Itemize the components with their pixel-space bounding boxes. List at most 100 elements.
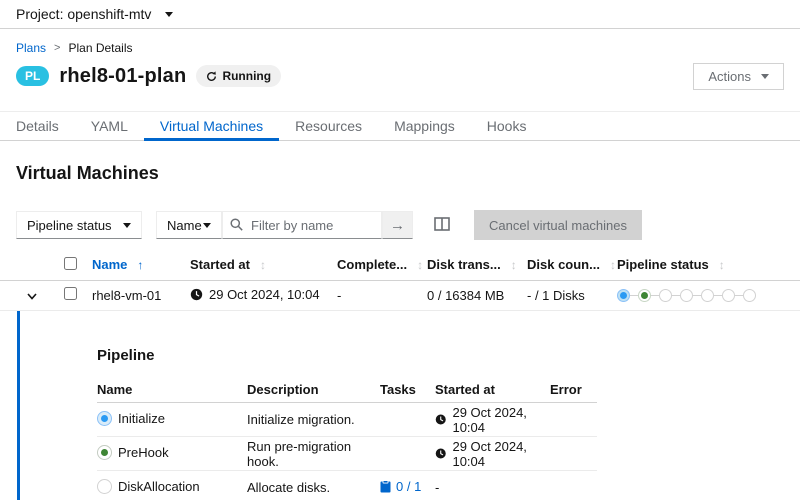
vm-pipeline-status-cell <box>617 280 800 310</box>
pipeline-row-prehook: PreHook Run pre-migration hook. 29 Oct 2… <box>97 437 597 471</box>
breadcrumb-separator: > <box>54 41 61 54</box>
expand-cell <box>0 280 64 310</box>
pipeline-step-pending <box>701 288 714 302</box>
pipeline-step-success <box>638 288 651 302</box>
plan-kind-badge: PL <box>16 66 50 86</box>
manage-columns-button[interactable] <box>432 215 452 236</box>
filter-attribute-label: Name <box>167 217 202 233</box>
step-description-cell: Initialize migration. <box>247 412 355 427</box>
pipeline-row-diskallocation: DiskAllocation Allocate disks. 0 / 1 - <box>97 471 597 500</box>
clock-icon <box>190 288 203 300</box>
step-description-cell: Run pre-migration hook. <box>247 438 352 469</box>
col-pipeline-status-label: Pipeline status <box>617 257 709 273</box>
filter-attribute-select[interactable]: Name <box>156 211 222 239</box>
select-all-checkbox[interactable] <box>64 256 77 270</box>
actions-button-label: Actions <box>708 68 751 84</box>
status-badge: Running <box>196 65 282 87</box>
tab-bar: Details YAML Virtual Machines Resources … <box>0 111 800 141</box>
masthead: Project: openshift-mtv <box>0 0 800 29</box>
chevron-down-icon <box>165 11 174 17</box>
vm-table-header-row: Name ↑ Started at ↕ Complete... ↕ Disk tran… <box>0 250 800 280</box>
row-select-checkbox[interactable] <box>64 287 77 300</box>
vm-started-value: 29 Oct 2024, 10:04 <box>209 286 320 302</box>
chevron-down-icon <box>27 292 37 300</box>
step-started-cell: - <box>435 480 440 495</box>
breadcrumb: Plans > Plan Details <box>16 40 784 55</box>
vm-disk-transfer-cell: 0 / 16384 MB <box>427 287 505 303</box>
pipeline-header-row: Name Description Tasks Started at Error <box>97 377 597 403</box>
pipe-col-tasks: Tasks <box>380 381 416 397</box>
sync-icon <box>207 70 217 81</box>
step-name: Initialize <box>118 410 165 426</box>
vm-name-cell: rhel8-vm-01 <box>92 287 162 303</box>
sort-ascending-icon: ↑ <box>137 258 144 273</box>
col-disk-transfer[interactable]: Disk trans... ↕ <box>427 250 527 280</box>
vm-table-row: rhel8-vm-01 29 Oct 2024, 10:04 - 0 / 163… <box>0 280 800 310</box>
clock-icon <box>435 414 446 425</box>
page-header: Plans > Plan Details PL rhel8-01-plan Ru… <box>0 29 800 111</box>
vm-disk-counter-cell: - / 1 Disks <box>527 287 585 303</box>
tasks-icon <box>380 480 391 493</box>
step-name: DiskAllocation <box>118 478 200 494</box>
pipe-col-error: Error <box>550 381 582 397</box>
step-started-value: 29 Oct 2024, 10:04 <box>452 438 527 469</box>
col-completed-at[interactable]: Complete... ↕ <box>337 250 427 280</box>
breadcrumb-current: Plan Details <box>68 40 133 55</box>
step-running-icon <box>97 410 112 426</box>
tab-mappings[interactable]: Mappings <box>378 112 471 140</box>
pipe-col-started: Started at <box>435 381 495 397</box>
col-completed-label: Complete... <box>337 257 408 273</box>
breadcrumb-plans-link[interactable]: Plans <box>16 41 46 55</box>
tab-hooks[interactable]: Hooks <box>471 112 543 140</box>
step-description-cell: Allocate disks. <box>247 480 331 495</box>
step-name-cell: DiskAllocation <box>97 471 247 500</box>
pipeline-status-filter-select[interactable]: Pipeline status <box>16 211 142 239</box>
chevron-down-icon <box>761 73 769 79</box>
project-selector-label: Project: openshift-mtv <box>16 6 152 22</box>
sort-icon: ↕ <box>259 258 266 273</box>
actions-button[interactable]: Actions <box>693 62 784 90</box>
tab-details[interactable]: Details <box>0 112 75 140</box>
section-title: Virtual Machines <box>16 163 159 183</box>
clock-icon <box>435 448 446 459</box>
cancel-virtual-machines-button[interactable]: Cancel virtual machines <box>474 210 643 240</box>
col-name-label: Name <box>92 257 128 273</box>
tab-resources[interactable]: Resources <box>279 112 378 140</box>
col-name[interactable]: Name ↑ <box>92 250 190 280</box>
vm-completed-cell: - <box>337 287 342 303</box>
col-started-label: Started at <box>190 257 250 273</box>
col-disk-counter-label: Disk coun... <box>527 257 600 273</box>
step-started-cell: 29 Oct 2024, 10:04 <box>435 437 550 471</box>
step-pending-icon <box>97 478 112 494</box>
chevron-down-icon <box>123 222 131 228</box>
step-tasks-cell <box>380 437 435 471</box>
pipeline-steps <box>617 288 800 302</box>
vm-started-cell: 29 Oct 2024, 10:04 <box>190 280 337 310</box>
col-pipeline-status[interactable]: Pipeline status ↕ <box>617 250 800 280</box>
pipeline-table: Name Description Tasks Started at Error … <box>97 377 597 500</box>
step-started-value: 29 Oct 2024, 10:04 <box>452 404 527 435</box>
step-tasks-cell: 0 / 1 <box>380 471 435 500</box>
step-name-cell: PreHook <box>97 437 247 471</box>
tab-virtual-machines[interactable]: Virtual Machines <box>143 112 280 141</box>
sort-icon: ↕ <box>510 258 517 273</box>
tab-yaml[interactable]: YAML <box>75 112 144 140</box>
pipeline-step-running <box>617 288 630 302</box>
col-disk-counter[interactable]: Disk coun... ↕ <box>527 250 617 280</box>
title-row: PL rhel8-01-plan Running Actions <box>16 61 784 91</box>
step-name-cell: Initialize <box>97 403 247 437</box>
expand-header <box>0 250 64 280</box>
tasks-count-value: 0 / 1 <box>396 479 422 494</box>
sort-icon: ↕ <box>718 258 725 273</box>
sort-icon: ↕ <box>609 258 616 273</box>
step-error-cell <box>550 437 597 471</box>
row-expand-toggle[interactable] <box>23 286 41 305</box>
col-started-at[interactable]: Started at ↕ <box>190 250 337 280</box>
apply-filter-button[interactable]: → <box>382 211 413 239</box>
pipeline-step-pending <box>722 288 735 302</box>
project-selector[interactable]: Project: openshift-mtv <box>16 6 174 22</box>
page-title: rhel8-01-plan <box>59 64 187 87</box>
search-input[interactable] <box>222 211 382 239</box>
pipeline-status-filter-label: Pipeline status <box>27 217 112 233</box>
step-success-icon <box>97 444 112 460</box>
